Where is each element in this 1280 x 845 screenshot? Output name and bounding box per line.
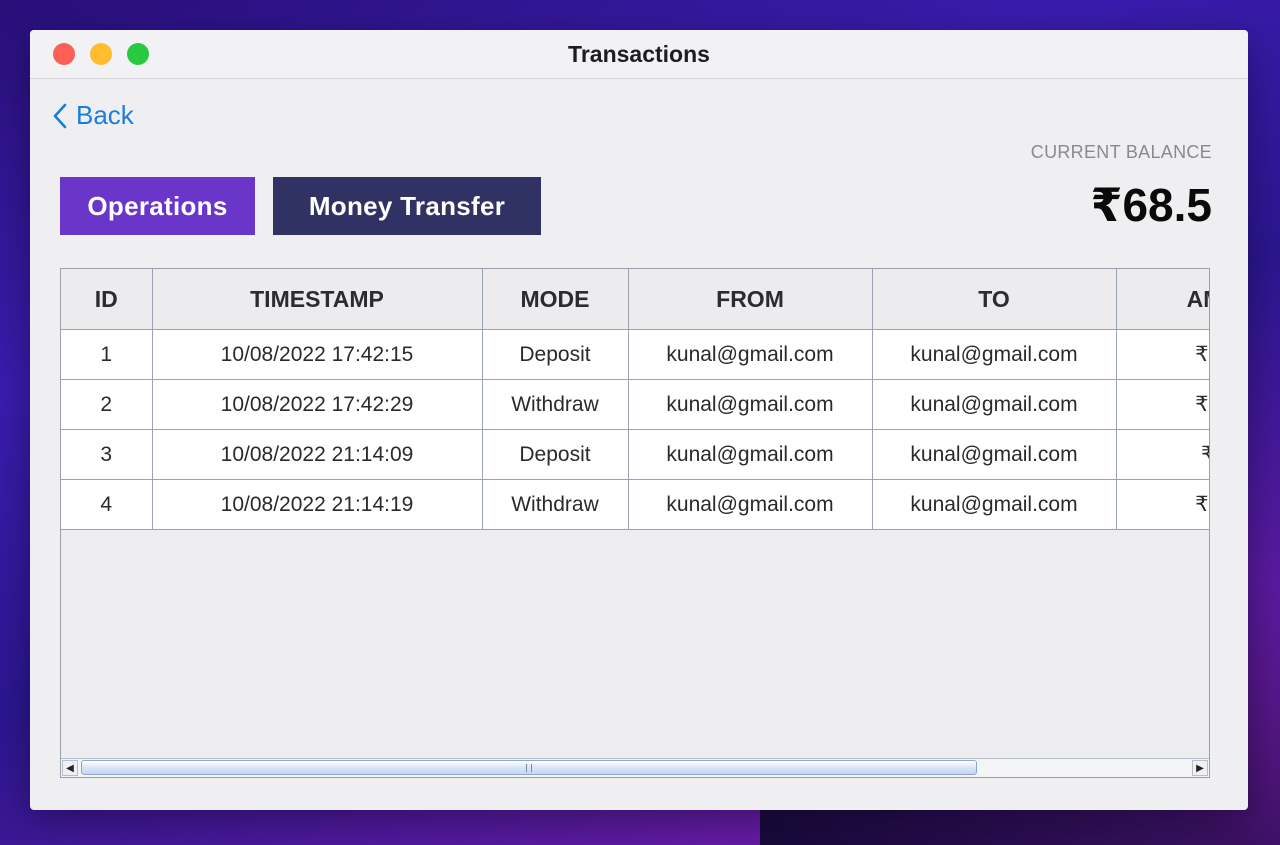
table-row[interactable]: 4 10/08/2022 21:14:19 Withdraw kunal@gma… — [61, 479, 1209, 530]
cell-amount: ₹25 — [1115, 379, 1209, 430]
cell-from: kunal@gmail.com — [627, 429, 873, 480]
scrollbar-thumb[interactable] — [81, 760, 977, 775]
table-row[interactable]: 2 10/08/2022 17:42:29 Withdraw kunal@gma… — [61, 379, 1209, 430]
cell-mode: Withdraw — [481, 479, 629, 530]
cell-timestamp: 10/08/2022 17:42:29 — [151, 379, 483, 430]
table-row[interactable]: 3 10/08/2022 21:14:09 Deposit kunal@gmai… — [61, 429, 1209, 480]
cell-mode: Withdraw — [481, 379, 629, 430]
transactions-window: Transactions Back CURRENT BALANCE ₹68.5 … — [30, 30, 1248, 810]
operations-button[interactable]: Operations — [60, 177, 255, 235]
cell-to: kunal@gmail.com — [871, 329, 1117, 380]
cell-to: kunal@gmail.com — [871, 429, 1117, 480]
grip-icon — [526, 764, 532, 772]
cell-from: kunal@gmail.com — [627, 479, 873, 530]
column-header-timestamp[interactable]: TIMESTAMP — [151, 269, 483, 330]
cell-mode: Deposit — [481, 329, 629, 380]
back-label: Back — [76, 100, 134, 130]
cell-id: 1 — [61, 329, 153, 380]
cell-to: kunal@gmail.com — [871, 379, 1117, 430]
cell-timestamp: 10/08/2022 21:14:19 — [151, 479, 483, 530]
transactions-table[interactable]: ID TIMESTAMP MODE FROM TO AMO 1 10/08/20… — [60, 268, 1210, 778]
cell-from: kunal@gmail.com — [627, 379, 873, 430]
table-header-row: ID TIMESTAMP MODE FROM TO AMO — [61, 269, 1209, 330]
column-header-from[interactable]: FROM — [627, 269, 873, 330]
cell-timestamp: 10/08/2022 21:14:09 — [151, 429, 483, 480]
back-button[interactable]: Back — [52, 100, 134, 131]
arrow-right-icon[interactable]: ▶ — [1192, 760, 1208, 776]
cell-timestamp: 10/08/2022 17:42:15 — [151, 329, 483, 380]
cell-id: 2 — [61, 379, 153, 430]
cell-amount: ₹3 — [1115, 429, 1209, 480]
column-header-to[interactable]: TO — [871, 269, 1117, 330]
column-header-amount[interactable]: AMO — [1115, 269, 1209, 330]
column-header-id[interactable]: ID — [61, 269, 153, 330]
current-balance-value: ₹68.5 — [1090, 179, 1212, 231]
money-transfer-button[interactable]: Money Transfer — [273, 177, 541, 235]
column-header-mode[interactable]: MODE — [481, 269, 629, 330]
title-bar: Transactions — [30, 30, 1248, 79]
cell-to: kunal@gmail.com — [871, 479, 1117, 530]
cell-id: 4 — [61, 479, 153, 530]
arrow-left-icon[interactable]: ◀ — [62, 760, 78, 776]
cell-amount: ₹10 — [1115, 329, 1209, 380]
chevron-left-icon — [53, 103, 67, 128]
horizontal-scrollbar[interactable]: ◀ ▶ — [61, 758, 1209, 777]
cell-from: kunal@gmail.com — [627, 329, 873, 380]
current-balance-label: CURRENT BALANCE — [1030, 142, 1212, 162]
cell-mode: Deposit — [481, 429, 629, 480]
cell-id: 3 — [61, 429, 153, 480]
cell-amount: ₹10 — [1115, 479, 1209, 530]
window-title: Transactions — [568, 41, 710, 67]
table-row[interactable]: 1 10/08/2022 17:42:15 Deposit kunal@gmai… — [61, 329, 1209, 380]
